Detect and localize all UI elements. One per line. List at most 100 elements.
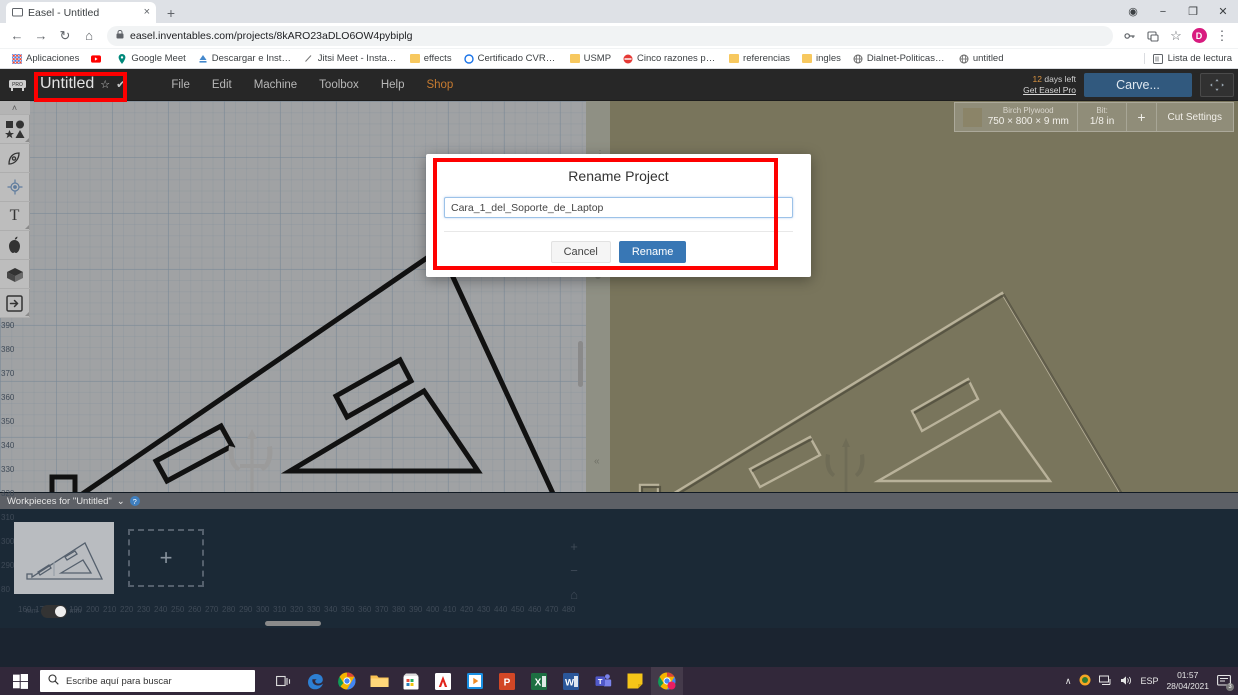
avatar[interactable]: D	[1189, 25, 1209, 47]
modal-overlay: Rename Project Cancel Rename	[0, 69, 1238, 628]
bookmark-label: untitled	[972, 53, 1004, 64]
clock-time: 01:57	[1177, 670, 1199, 681]
bookmark-youtube[interactable]	[86, 52, 110, 66]
taskbar-search-box[interactable]: Escribe aquí para buscar	[40, 670, 255, 692]
task-view-icon[interactable]	[267, 667, 299, 695]
bookmark-certificado[interactable]: Certificado CVR TE...	[459, 51, 563, 66]
browser-toolbar-icons: ☆ D ⋮	[1120, 25, 1232, 47]
close-window-button[interactable]: ✕	[1208, 0, 1238, 23]
red-icon	[623, 54, 633, 64]
media-player-icon[interactable]	[459, 667, 491, 695]
globe-icon	[853, 54, 863, 64]
bookmark-label: Aplicaciones	[26, 53, 80, 64]
back-icon[interactable]: ←	[6, 25, 28, 47]
bookmark-star-icon[interactable]: ☆	[1166, 25, 1186, 47]
bookmark-cinco-razones[interactable]: Cinco razones para...	[618, 51, 722, 66]
tab-title: Easel - Untitled	[28, 6, 100, 19]
browser-tab[interactable]: Easel - Untitled ×	[6, 2, 156, 23]
project-name-input[interactable]	[444, 197, 793, 218]
apps-grid-icon	[12, 53, 22, 64]
teams-icon[interactable]: T	[587, 667, 619, 695]
bookmarks-bar: Aplicaciones Google Meet Descargar e Ins…	[0, 49, 1238, 69]
bookmark-jitsi[interactable]: Jitsi Meet - Instant...	[299, 51, 403, 66]
address-bar-url: easel.inventables.com/projects/8kARO23aD…	[130, 29, 413, 42]
bookmark-ingles[interactable]: ingles	[797, 51, 846, 66]
new-tab-button[interactable]: +	[160, 2, 182, 23]
notifications-count: 3	[1226, 682, 1234, 691]
bookmark-referencias[interactable]: referencias	[724, 51, 795, 66]
bookmark-apps[interactable]: Aplicaciones	[7, 51, 84, 66]
svg-text:W: W	[565, 677, 574, 688]
tray-expand-icon[interactable]: ∧	[1065, 676, 1072, 687]
excel-icon[interactable]: X	[523, 667, 555, 695]
rename-project-dialog: Rename Project Cancel Rename	[426, 154, 811, 277]
folder-icon	[569, 54, 580, 64]
download-icon	[198, 54, 208, 64]
file-explorer-icon[interactable]	[363, 667, 395, 695]
bookmark-label: Descargar e Instalar...	[211, 53, 292, 64]
browser-toolbar: ← → ↻ ⌂ easel.inventables.com/projects/8…	[0, 23, 1238, 49]
extensions-icon[interactable]	[1143, 25, 1163, 47]
home-icon[interactable]: ⌂	[78, 25, 100, 47]
bookmark-untitled[interactable]: untitled	[954, 51, 1009, 66]
notifications-icon[interactable]: 3	[1217, 674, 1234, 691]
window-icon	[12, 7, 23, 18]
sticky-notes-icon[interactable]	[619, 667, 651, 695]
system-tray: ∧ ESP 01:57 28/04/2021 3	[1065, 667, 1238, 695]
bookmark-label: Google Meet	[131, 53, 186, 64]
edge-icon[interactable]	[299, 667, 331, 695]
chrome-active-icon[interactable]	[651, 667, 683, 695]
reading-list-label: Lista de lectura	[1167, 53, 1232, 64]
dialog-actions: Cancel Rename	[444, 231, 793, 267]
bookmark-effects[interactable]: effects	[405, 51, 457, 66]
browser-menu-icon[interactable]: ⋮	[1212, 25, 1232, 47]
bookmark-label: referencias	[743, 53, 791, 64]
reading-list-button[interactable]: Lista de lectura	[1143, 53, 1232, 64]
svg-text:X: X	[535, 677, 542, 688]
tab-close-icon[interactable]: ×	[144, 7, 150, 18]
address-bar[interactable]: easel.inventables.com/projects/8kARO23aD…	[107, 25, 1113, 46]
clock-date: 28/04/2021	[1166, 681, 1209, 691]
svg-text:T: T	[597, 677, 602, 686]
reload-icon[interactable]: ↻	[54, 25, 76, 47]
forward-icon[interactable]: →	[30, 25, 52, 47]
folder-icon	[802, 54, 813, 64]
circle-icon	[463, 53, 474, 64]
bookmark-google-meet[interactable]: Google Meet	[112, 51, 190, 66]
bookmark-label: ingles	[816, 53, 841, 64]
network-icon[interactable]	[1099, 675, 1112, 688]
tray-app-icon[interactable]	[1079, 674, 1091, 688]
maximize-button[interactable]: ❐	[1178, 0, 1208, 23]
reading-list-icon	[1152, 53, 1163, 64]
powerpoint-icon[interactable]: P	[491, 667, 523, 695]
taskbar-apps: P X W T	[267, 667, 683, 695]
window-controls: ◉ − ❐ ✕	[1118, 0, 1238, 23]
volume-icon[interactable]	[1120, 675, 1132, 688]
record-indicator-icon[interactable]: ◉	[1118, 0, 1148, 23]
taskbar-search-placeholder: Escribe aquí para buscar	[66, 675, 172, 687]
minimize-button[interactable]: −	[1148, 0, 1178, 23]
youtube-icon	[91, 54, 102, 64]
acrobat-icon[interactable]	[427, 667, 459, 695]
dialog-title: Rename Project	[568, 168, 669, 184]
bookmark-label: Dialnet-PoliticasPu...	[866, 53, 947, 64]
svg-text:P: P	[504, 677, 511, 688]
clock[interactable]: 01:57 28/04/2021	[1166, 670, 1209, 691]
rename-button[interactable]: Rename	[618, 241, 687, 263]
bookmark-descargar[interactable]: Descargar e Instalar...	[193, 51, 297, 66]
key-icon[interactable]	[1120, 25, 1140, 47]
start-button[interactable]	[0, 667, 40, 695]
globe-icon	[959, 54, 969, 64]
windows-taskbar: Escribe aquí para buscar P X W T ∧ ESP 0…	[0, 667, 1238, 695]
word-icon[interactable]: W	[555, 667, 587, 695]
language-indicator[interactable]: ESP	[1140, 676, 1158, 686]
bookmark-dialnet[interactable]: Dialnet-PoliticasPu...	[848, 51, 952, 66]
microsoft-store-icon[interactable]	[395, 667, 427, 695]
chrome-icon[interactable]	[331, 667, 363, 695]
bookmark-label: Certificado CVR TE...	[477, 53, 558, 64]
search-icon	[48, 674, 59, 688]
cancel-button[interactable]: Cancel	[550, 241, 611, 263]
bookmark-usmp[interactable]: USMP	[565, 51, 616, 66]
folder-icon	[729, 54, 740, 64]
folder-icon	[409, 54, 420, 64]
